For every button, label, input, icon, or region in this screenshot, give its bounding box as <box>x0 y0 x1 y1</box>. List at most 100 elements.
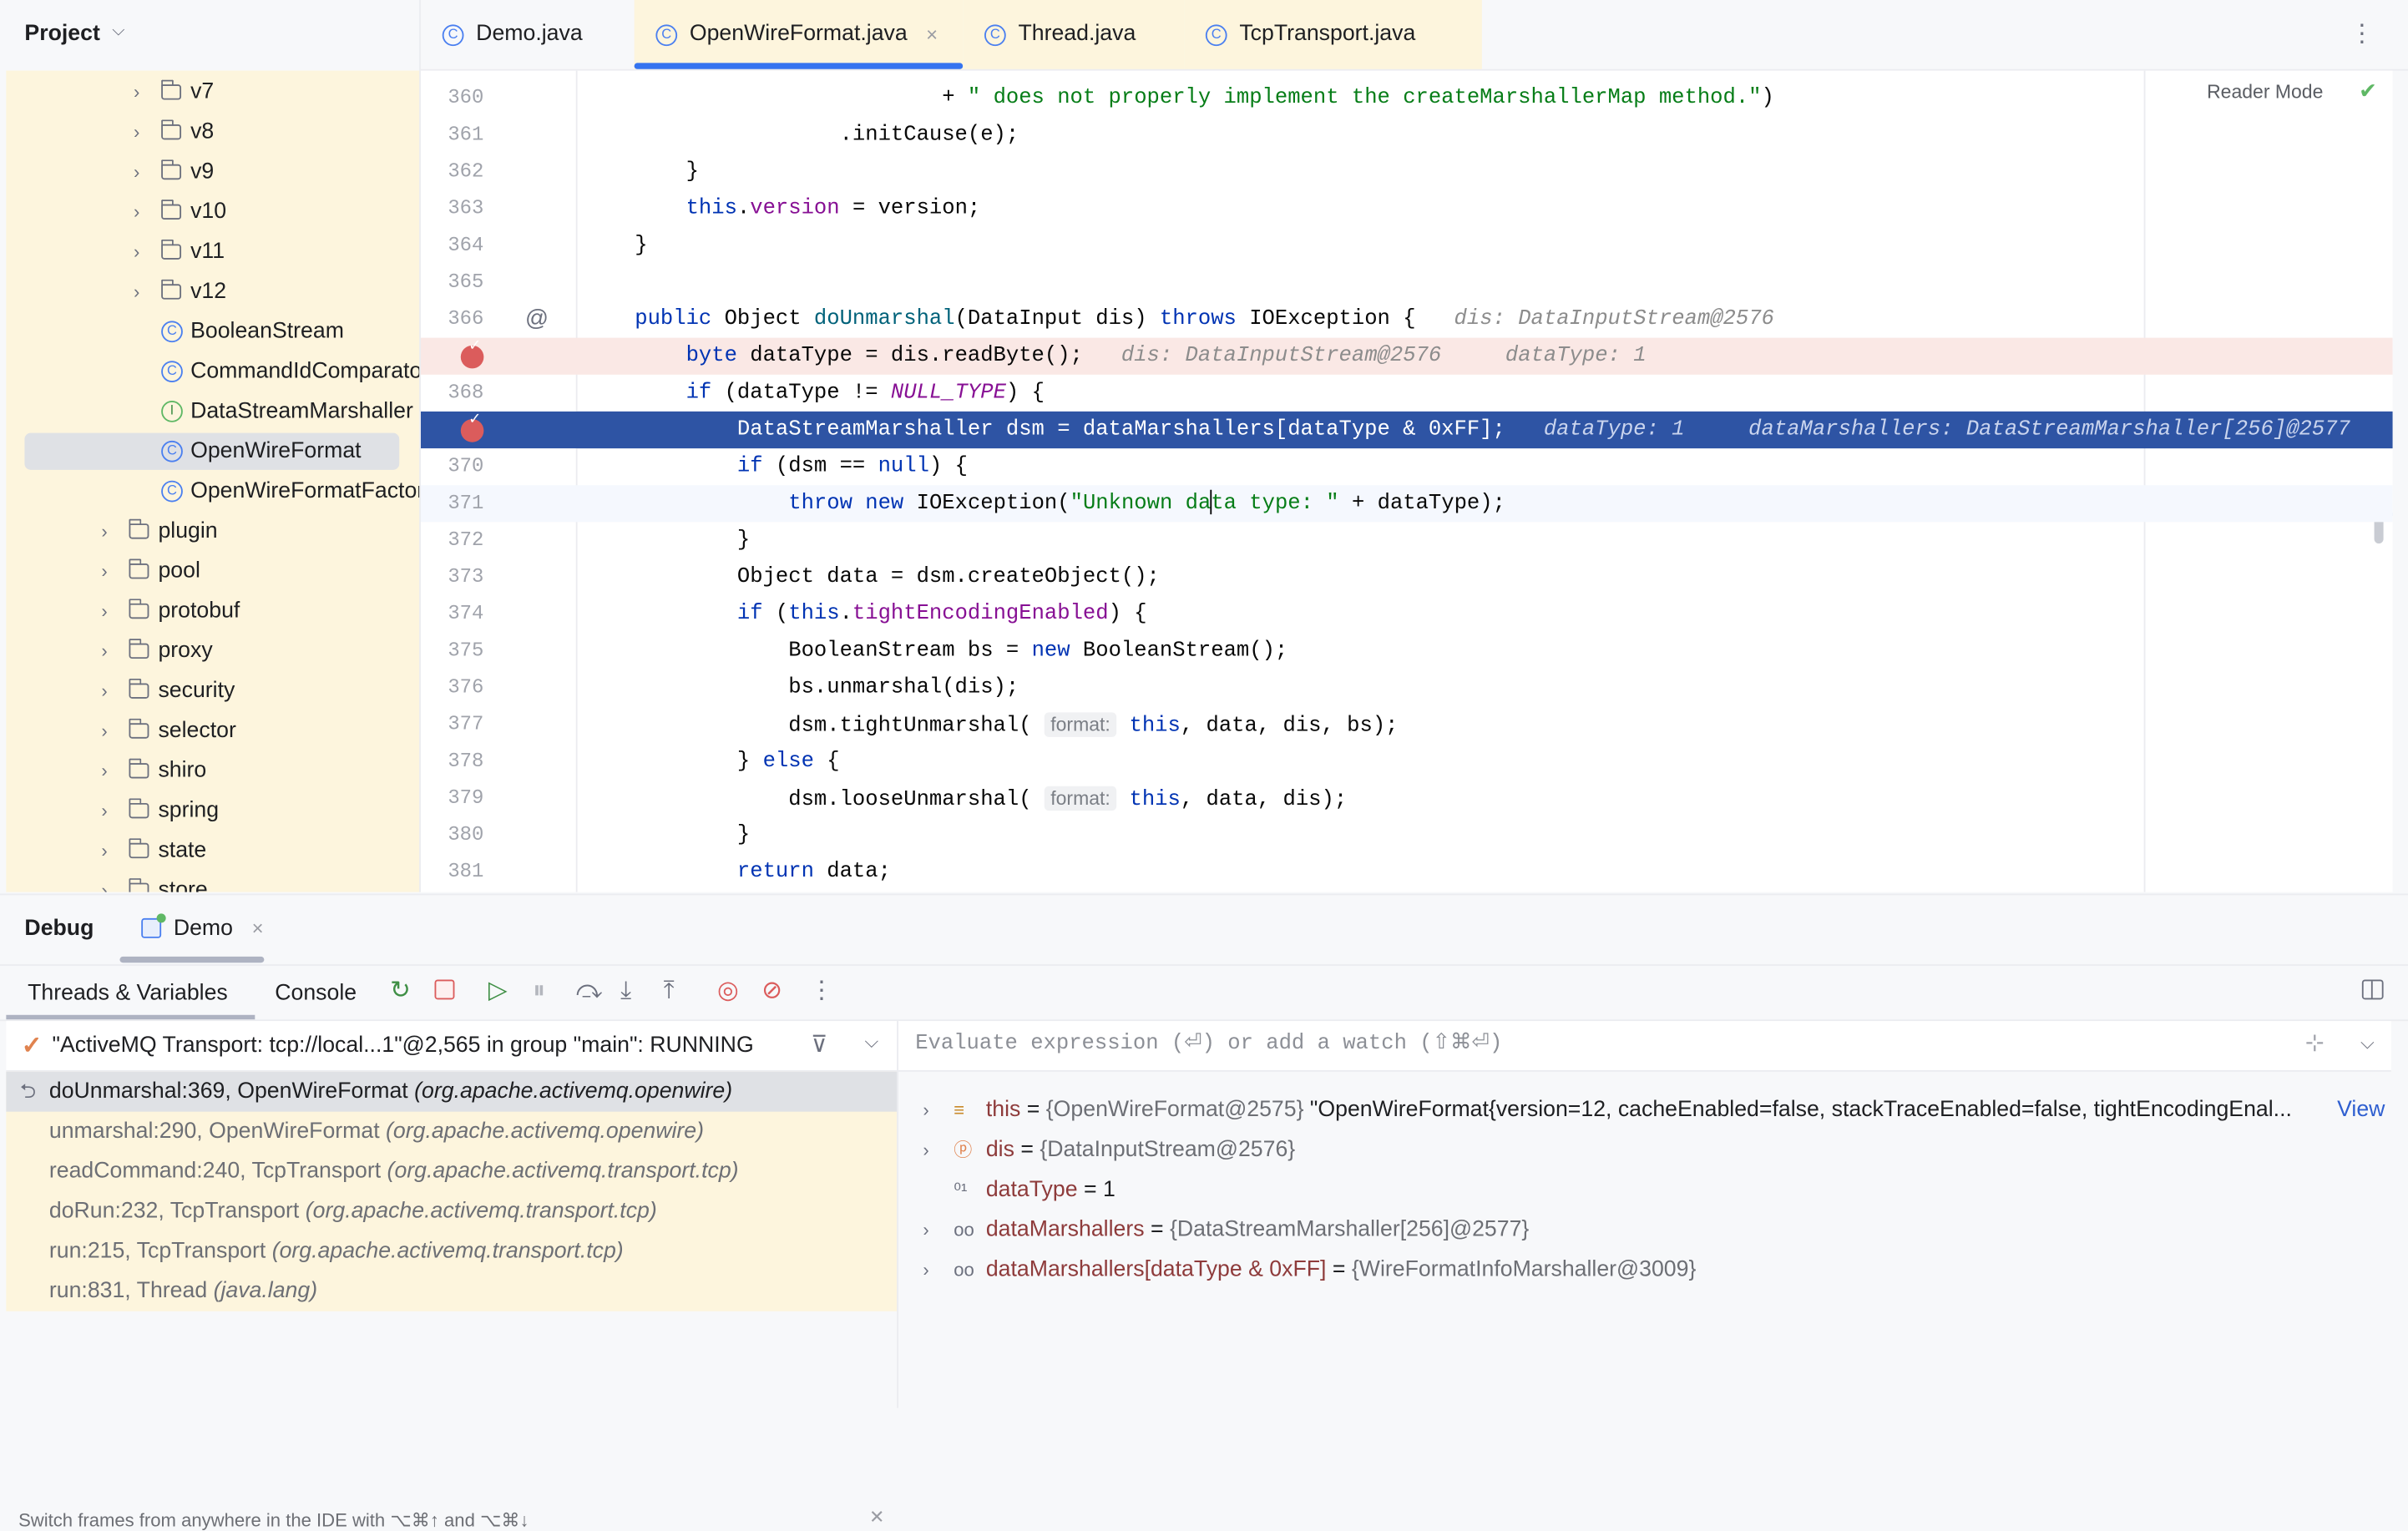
chevron-right-icon[interactable]: › <box>101 591 107 631</box>
tree-item-v12[interactable]: › v12 <box>6 272 419 312</box>
breakpoint-icon[interactable] <box>460 338 484 369</box>
chevron-right-icon[interactable]: › <box>134 192 139 232</box>
code-line[interactable]: 381 return data; <box>421 854 2393 891</box>
tree-item-v10[interactable]: › v10 <box>6 192 419 232</box>
variable-row[interactable]: › ≡ this = {OpenWireFormat@2575} "OpenWire… <box>898 1090 2391 1130</box>
code-line[interactable]: 374 if (this.tightEncodingEnabled) { <box>421 596 2393 633</box>
close-icon[interactable]: × <box>252 917 264 940</box>
step-into-icon[interactable]: ⤓ <box>620 977 631 1008</box>
close-icon[interactable]: ✕ <box>869 1506 885 1528</box>
tree-item-v7[interactable]: › v7 <box>6 72 419 112</box>
chevron-right-icon[interactable]: › <box>101 631 107 671</box>
tree-item-openwireformatfactory[interactable]: C OpenWireFormatFactory <box>6 472 419 512</box>
variable-row[interactable]: › oo dataMarshallers[dataType & 0xFF] = {W… <box>898 1250 2391 1290</box>
variable-row[interactable]: › oo dataMarshallers = {DataStreamMarshall… <box>898 1210 2391 1250</box>
code-line[interactable]: 380 } <box>421 817 2393 854</box>
step-over-icon[interactable]: ⤼ <box>576 977 602 1008</box>
tab-openwireformat-java[interactable]: C OpenWireFormat.java × <box>634 0 964 69</box>
chevron-right-icon[interactable]: › <box>923 1210 928 1250</box>
view-breakpoints-icon[interactable]: ◎ <box>717 977 739 1008</box>
tree-item-proxy[interactable]: › proxy <box>6 631 419 671</box>
mute-breakpoints-icon[interactable]: ⊘ <box>761 977 782 1008</box>
filter-icon[interactable]: ⊽ <box>811 1030 827 1058</box>
chevron-right-icon[interactable]: › <box>923 1130 928 1170</box>
variable-row[interactable]: ⁰¹ dataType = 1 <box>898 1170 2391 1210</box>
pause-icon[interactable]: ⏸ <box>533 977 545 1008</box>
code-line[interactable]: 371 throw new IOException("Unknown data … <box>420 485 2393 523</box>
rerun-icon[interactable]: ↻ <box>390 977 411 1008</box>
code-line[interactable]: DataStreamMarshaller dsm = dataMarshalle… <box>420 411 2393 449</box>
chevron-right-icon[interactable]: › <box>134 272 139 312</box>
more-icon[interactable]: ⋮ <box>2350 18 2374 49</box>
chevron-down-icon[interactable]: ⌵ <box>865 1030 879 1054</box>
tree-item-v8[interactable]: › v8 <box>6 112 419 152</box>
tree-item-v9[interactable]: › v9 <box>6 152 419 192</box>
thread-selector[interactable]: ✓ "ActiveMQ Transport: tcp://local...1"@… <box>6 1021 898 1072</box>
code-line[interactable]: 375 BooleanStream bs = new BooleanStream… <box>421 633 2393 669</box>
chevron-down-icon[interactable]: ⌵ <box>112 22 124 42</box>
tree-item-plugin[interactable]: › plugin <box>6 511 419 551</box>
project-header[interactable]: Project ⌵ <box>0 0 419 69</box>
chevron-right-icon[interactable]: › <box>101 511 107 551</box>
tree-item-security[interactable]: › security <box>6 671 419 711</box>
chevron-right-icon[interactable]: › <box>923 1090 928 1130</box>
tree-item-booleanstream[interactable]: C BooleanStream <box>6 311 419 351</box>
tab-tcptransport-java[interactable]: C TcpTransport.java <box>1184 0 1482 69</box>
code-line[interactable]: 372 } <box>421 522 2393 558</box>
code-line[interactable]: 368 if (dataType != NULL_TYPE) { <box>421 375 2393 412</box>
view-link[interactable]: View <box>2337 1090 2385 1130</box>
variable-row[interactable]: › ⓟ dis = {DataInputStream@2576} <box>898 1130 2391 1170</box>
code-line[interactable]: 361 .initCause(e); <box>421 117 2393 154</box>
stop-icon[interactable] <box>434 979 455 1000</box>
chevron-right-icon[interactable]: › <box>134 112 139 152</box>
code-line[interactable]: 365 <box>421 264 2393 301</box>
chevron-right-icon[interactable]: › <box>101 871 107 892</box>
thread-label[interactable]: "ActiveMQ Transport: tcp://local...1"@2,… <box>53 1033 754 1058</box>
code-line[interactable]: 373 Object data = dsm.createObject(); <box>421 559 2393 596</box>
close-icon[interactable]: × <box>926 0 938 69</box>
chevron-right-icon[interactable]: › <box>101 711 107 751</box>
code-line[interactable]: 379 dsm.looseUnmarshal( format: this, da… <box>421 780 2393 816</box>
chevron-right-icon[interactable]: › <box>134 72 139 112</box>
tree-item-shiro[interactable]: › shiro <box>6 750 419 791</box>
chevron-down-icon[interactable]: ⌵ <box>2360 1032 2375 1055</box>
code-line[interactable]: 378 } else { <box>421 743 2393 780</box>
code-line[interactable]: 376 bs.unmarshal(dis); <box>421 669 2393 706</box>
chevron-right-icon[interactable]: › <box>101 831 107 871</box>
tree-item-commandidcomparator[interactable]: C CommandIdComparator <box>6 351 419 392</box>
code-line[interactable]: 360 + " does not properly implement the … <box>421 80 2393 117</box>
stack-frame[interactable]: unmarshal:290, OpenWireFormat (org.apach… <box>6 1112 897 1152</box>
chevron-right-icon[interactable]: › <box>101 671 107 711</box>
tree-item-protobuf[interactable]: › protobuf <box>6 591 419 631</box>
chevron-right-icon[interactable]: › <box>101 791 107 831</box>
code-line[interactable]: 366 @ public Object doUnmarshal(DataInput… <box>421 301 2393 338</box>
code-line[interactable]: 363 this.version = version; <box>421 190 2393 227</box>
tab-console[interactable]: Console <box>275 981 357 1005</box>
breakpoint-icon[interactable] <box>460 412 484 442</box>
tab-threads-variables[interactable]: Threads & Variables <box>28 981 228 1005</box>
code-line[interactable]: 362 } <box>421 154 2393 190</box>
code-line[interactable]: 370 if (dsm == null) { <box>421 448 2393 485</box>
debug-session-tab[interactable]: Demo <box>174 917 233 941</box>
more-icon[interactable]: ⋮ <box>809 977 833 1008</box>
tab-demo-java[interactable]: C Demo.java <box>420 0 635 69</box>
chevron-right-icon[interactable]: › <box>101 750 107 791</box>
stack-frame[interactable]: readCommand:240, TcpTransport (org.apach… <box>6 1151 897 1191</box>
chevron-right-icon[interactable]: › <box>134 152 139 192</box>
step-out-icon[interactable]: ⤒ <box>664 977 675 1008</box>
tree-item-openwireformat[interactable]: C OpenWireFormat <box>6 432 419 472</box>
tree-item-state[interactable]: › state <box>6 831 419 871</box>
stack-frame[interactable]: ⮌ doUnmarshal:369, OpenWireFormat (org.ap… <box>6 1071 898 1112</box>
add-watch-icon[interactable]: ⊹ <box>2305 1028 2325 1056</box>
code-line[interactable]: 377 dsm.tightUnmarshal( format: this, da… <box>421 706 2393 743</box>
stack-frame[interactable]: run:831, Thread (java.lang) <box>6 1271 897 1311</box>
code-editor[interactable]: Reader Mode ✔ 360 + " does not properly … <box>420 70 2393 892</box>
layout-icon[interactable] <box>2361 979 2384 1000</box>
stack-frame[interactable]: doRun:232, TcpTransport (org.apache.acti… <box>6 1191 897 1231</box>
tree-item-datastreammarshaller[interactable]: I DataStreamMarshaller <box>6 392 419 432</box>
stack-frame[interactable]: run:215, TcpTransport (org.apache.active… <box>6 1231 897 1271</box>
override-marker-icon[interactable]: @ <box>525 301 549 338</box>
resume-icon[interactable]: ▷ <box>488 977 508 1008</box>
chevron-right-icon[interactable]: › <box>101 551 107 591</box>
tree-item-pool[interactable]: › pool <box>6 551 419 591</box>
